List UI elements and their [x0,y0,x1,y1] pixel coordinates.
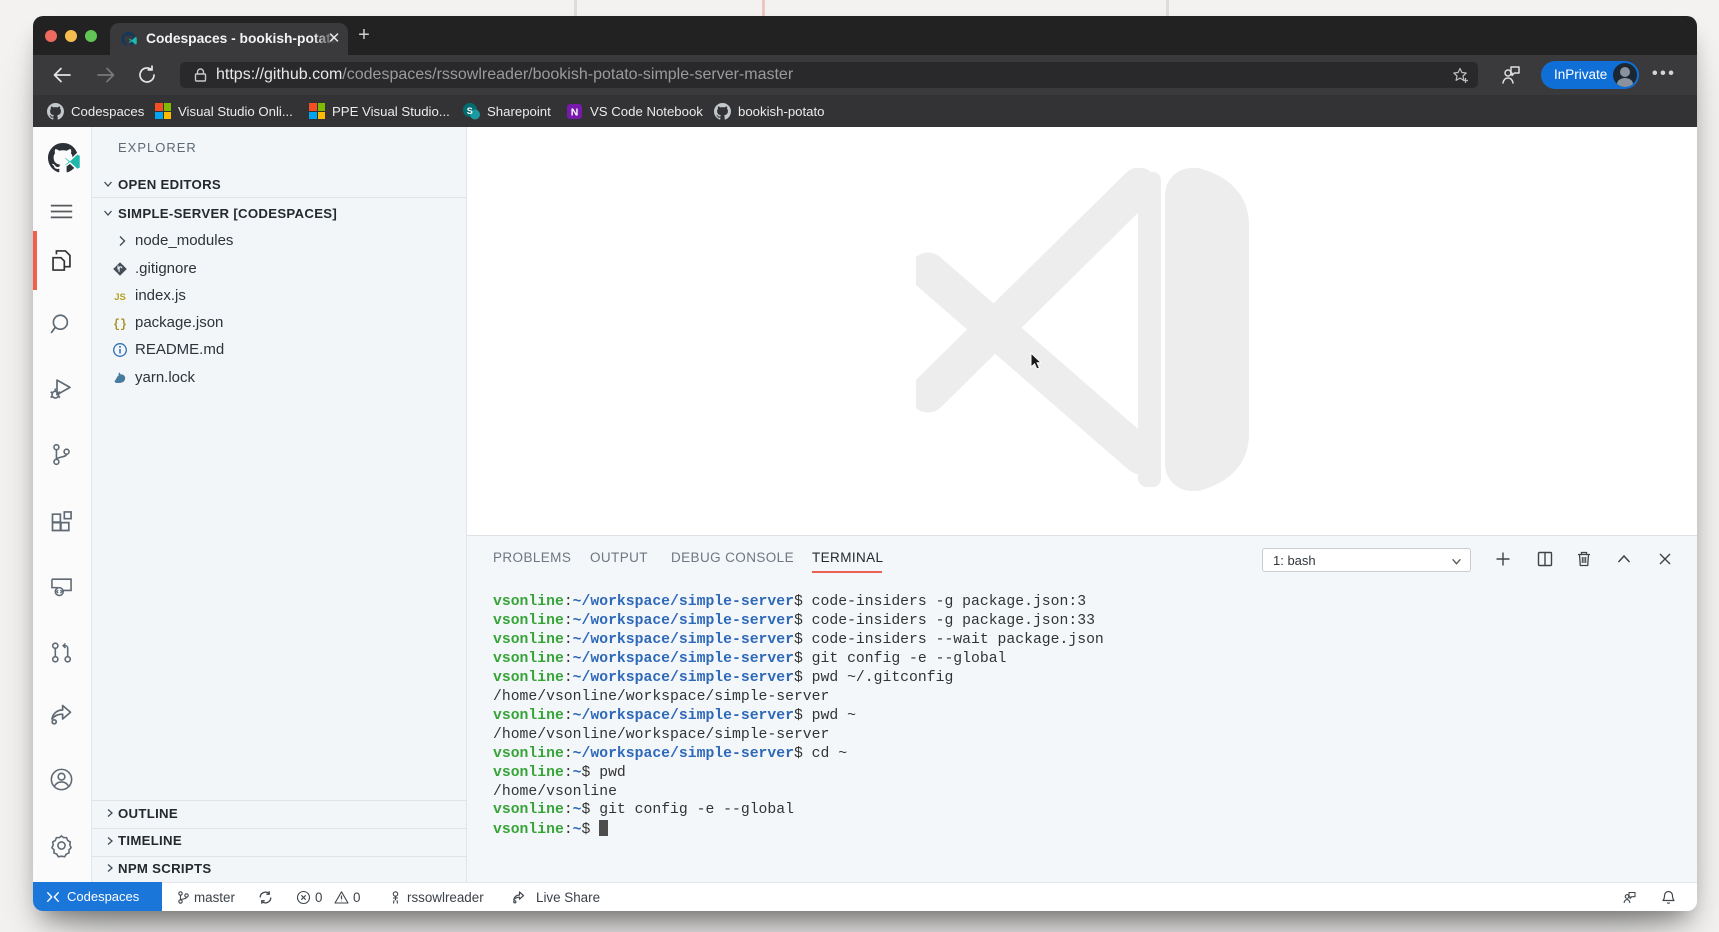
svg-text:S: S [467,106,473,116]
svg-text:JS: JS [114,292,126,303]
svg-text:N: N [571,106,579,118]
svg-text:{}: {} [113,319,127,332]
